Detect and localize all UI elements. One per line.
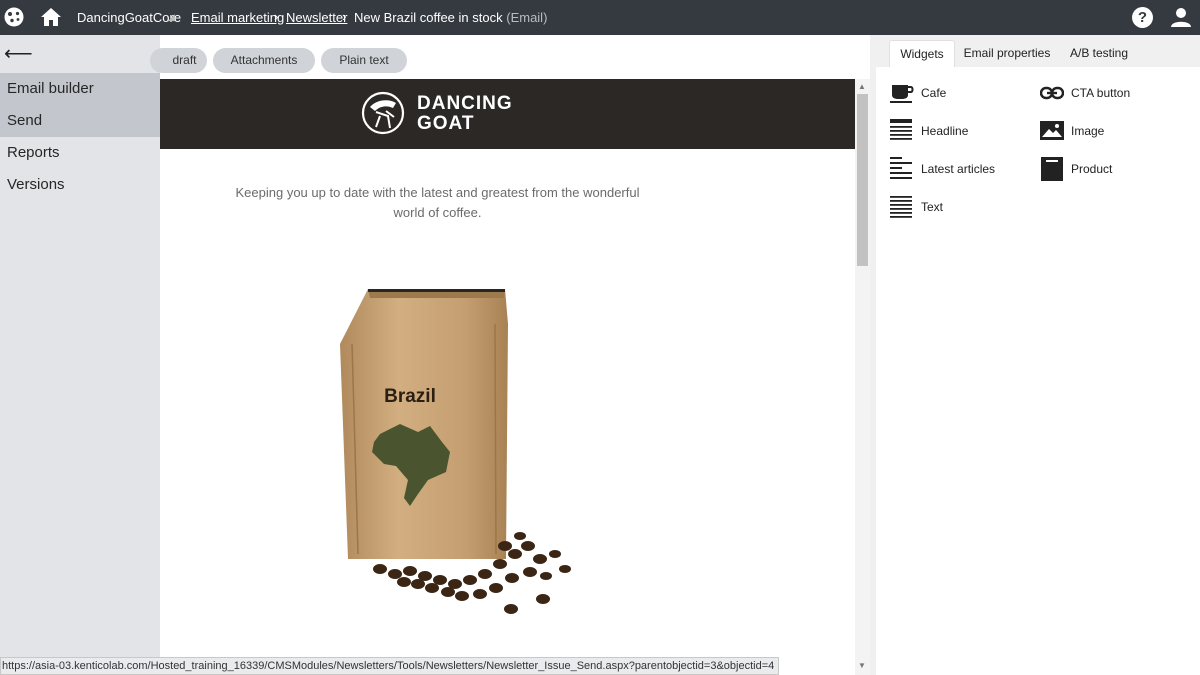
draft-button[interactable]: draft xyxy=(150,48,207,73)
site-selector[interactable]: DancingGoatCore xyxy=(77,10,181,25)
right-panel: Widgets Email properties A/B testing Caf… xyxy=(876,35,1200,675)
email-header-banner: DANCING GOAT xyxy=(160,79,855,149)
coffee-bag-image: Brazil xyxy=(340,289,571,614)
breadcrumb-newsletter[interactable]: Newsletter xyxy=(286,10,347,25)
back-arrow-icon[interactable]: ⟵ xyxy=(4,44,33,64)
brand-line-2: GOAT xyxy=(417,113,475,134)
tab-ab-testing[interactable]: A/B testing xyxy=(1064,40,1134,67)
product-icon xyxy=(1041,157,1063,181)
breadcrumb-separator-icon: › xyxy=(342,9,347,24)
brand-wordmark: DANCING GOAT xyxy=(417,94,513,134)
widget-label: Image xyxy=(1071,124,1105,138)
breadcrumb-separator-icon: › xyxy=(274,9,279,24)
user-avatar-icon[interactable] xyxy=(1170,6,1192,28)
intro-text: Keeping you up to date with the latest a… xyxy=(235,185,640,220)
widget-label: Latest articles xyxy=(921,162,996,176)
left-sidebar: ⟵ Email builder Send Reports Versions xyxy=(0,35,160,675)
widget-label: Headline xyxy=(921,124,969,138)
kentico-logo-icon[interactable] xyxy=(4,7,24,27)
scrollbar-thumb[interactable] xyxy=(857,94,868,266)
preview-scrollbar[interactable]: ▲ ▼ xyxy=(855,79,870,675)
tab-widgets[interactable]: Widgets xyxy=(889,40,955,67)
home-icon[interactable] xyxy=(40,6,62,28)
widget-label: CTA button xyxy=(1071,86,1131,100)
top-bar: DancingGoatCore ◢ Email marketing › News… xyxy=(0,0,1200,35)
text-icon xyxy=(890,196,912,218)
breadcrumb-current: New Brazil coffee in stock (Email) xyxy=(354,10,547,25)
sidebar-item-reports[interactable]: Reports xyxy=(0,137,160,169)
attachments-button[interactable]: Attachments xyxy=(213,48,315,73)
sidebar-item-versions[interactable]: Versions xyxy=(0,169,160,201)
link-icon xyxy=(1040,86,1064,100)
right-panel-tabs: Widgets Email properties A/B testing xyxy=(876,35,1200,67)
latest-articles-icon xyxy=(890,157,912,179)
headline-icon xyxy=(890,119,912,140)
widget-label: Text xyxy=(921,200,944,214)
image-icon xyxy=(1040,121,1064,140)
browser-status-url: https://asia-03.kenticolab.com/Hosted_tr… xyxy=(0,657,780,675)
site-dropdown-caret-icon[interactable]: ◢ xyxy=(168,12,175,23)
scroll-up-arrow-icon[interactable]: ▲ xyxy=(858,82,866,91)
email-preview[interactable]: DANCING GOAT Keeping you up to date with… xyxy=(160,79,855,675)
tab-email-properties[interactable]: Email properties xyxy=(961,40,1053,67)
sidebar-item-send[interactable]: Send xyxy=(0,105,160,137)
bag-label: Brazil xyxy=(384,386,436,407)
plain-text-button[interactable]: Plain text xyxy=(321,48,407,73)
breadcrumb-current-type: (Email) xyxy=(506,10,548,25)
scroll-down-arrow-icon[interactable]: ▼ xyxy=(858,661,866,670)
brand-line-1: DANCING xyxy=(417,93,513,114)
dancing-goat-logo-icon xyxy=(361,91,405,135)
breadcrumb-current-title: New Brazil coffee in stock xyxy=(354,10,503,25)
help-icon[interactable]: ? xyxy=(1132,7,1153,28)
widget-label: Product xyxy=(1071,162,1113,176)
cafe-icon xyxy=(890,85,914,103)
editor-toolbar: draft Attachments Plain text xyxy=(150,35,870,79)
widget-label: Cafe xyxy=(921,86,947,100)
sidebar-item-email-builder[interactable]: Email builder xyxy=(0,73,160,105)
breadcrumb-email-marketing[interactable]: Email marketing xyxy=(191,10,284,25)
